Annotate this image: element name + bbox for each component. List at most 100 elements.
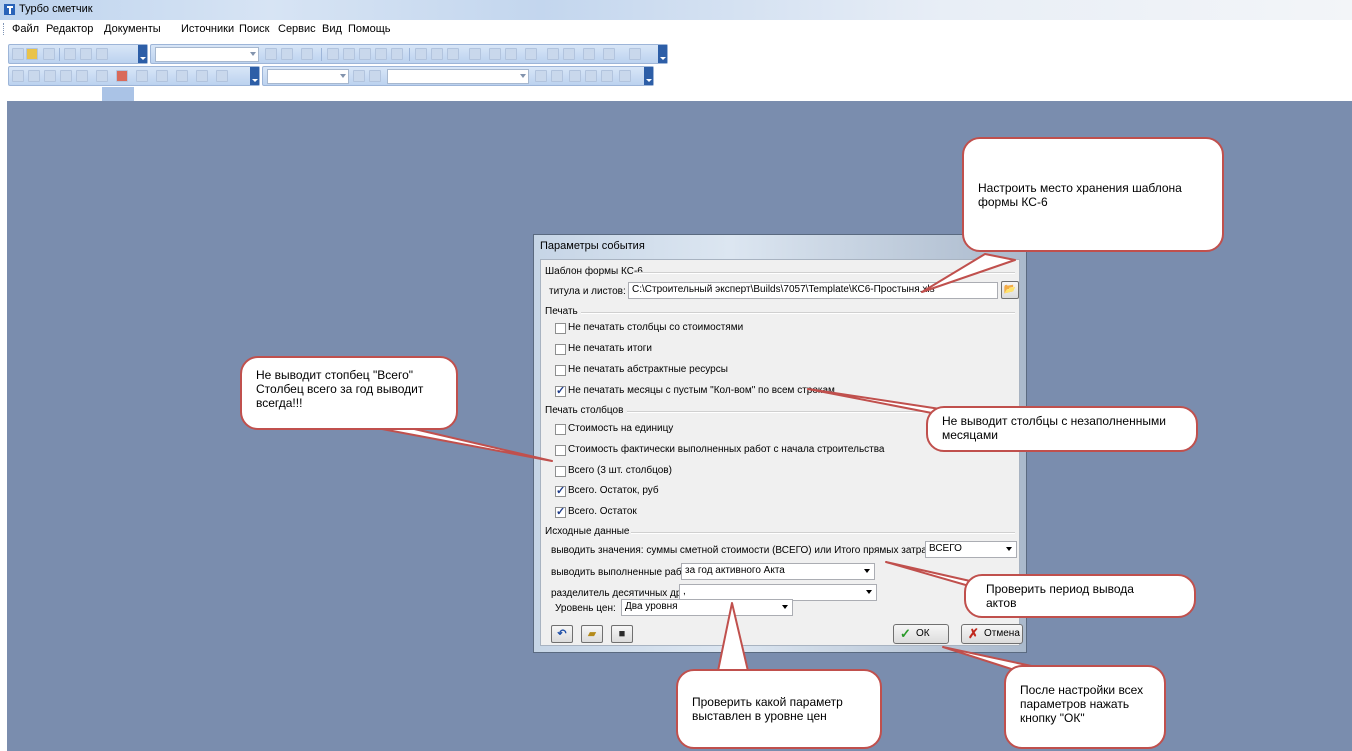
menu-bar: Файл Редактор Документы Источники Поиск … xyxy=(0,20,1352,38)
price-level-select[interactable]: Два уровня xyxy=(621,599,793,616)
undo-icon[interactable]: ↶ xyxy=(551,625,573,643)
font-combo[interactable] xyxy=(155,47,259,62)
clear-icon[interactable] xyxy=(116,70,128,82)
dialog-title: Параметры события xyxy=(540,240,645,252)
print-option-checkbox[interactable] xyxy=(555,323,566,334)
book-icon[interactable] xyxy=(64,48,76,60)
sum-icon[interactable] xyxy=(265,48,277,60)
template-group-label: Шаблон формы КС-6 xyxy=(545,266,643,277)
italic-icon[interactable] xyxy=(28,70,40,82)
callout-text: Проверить какой параметр xyxy=(692,695,843,709)
column-option-checkbox[interactable] xyxy=(555,424,566,435)
menu-grip xyxy=(3,23,6,35)
open-folder-icon[interactable]: ▰ xyxy=(581,625,603,643)
menu-help[interactable]: Помощь xyxy=(348,23,391,35)
search-combo[interactable] xyxy=(387,69,529,84)
scissors-icon[interactable] xyxy=(196,70,208,82)
callout-text: формы КС-6 xyxy=(978,195,1048,209)
link-icon[interactable] xyxy=(583,48,595,60)
toolbar-overflow-icon[interactable] xyxy=(658,45,667,63)
mark-icon[interactable] xyxy=(585,70,597,82)
menu-sources[interactable]: Источники xyxy=(181,23,234,35)
calc-icon[interactable] xyxy=(547,48,559,60)
next-icon[interactable] xyxy=(369,70,381,82)
chevron-down-icon xyxy=(520,74,526,78)
bold-icon[interactable] xyxy=(12,70,24,82)
replace-icon[interactable] xyxy=(569,70,581,82)
menu-view[interactable]: Вид xyxy=(322,23,342,35)
document-tab[interactable] xyxy=(102,87,134,101)
format-icon[interactable] xyxy=(391,48,403,60)
filter-icon[interactable] xyxy=(505,48,517,60)
column-option-label: Всего. Остаток xyxy=(568,506,637,517)
chevron-down-icon xyxy=(250,52,256,56)
cancel-button[interactable]: ✗ Отмена xyxy=(961,624,1023,644)
binoculars-next-icon[interactable] xyxy=(551,70,563,82)
save-disk-icon[interactable]: ■ xyxy=(611,625,633,643)
callout-ok-hint: После настройки всех параметров нажать к… xyxy=(1004,665,1166,749)
undo-icon[interactable] xyxy=(281,48,293,60)
column-option-checkbox[interactable] xyxy=(555,484,566,497)
columns-icon[interactable] xyxy=(176,70,188,82)
column-option-checkbox[interactable] xyxy=(555,466,566,477)
save-icon[interactable] xyxy=(43,48,55,60)
style-combo[interactable] xyxy=(267,69,349,84)
open-icon[interactable] xyxy=(26,48,38,60)
insert-icon[interactable] xyxy=(415,48,427,60)
copy-icon[interactable] xyxy=(343,48,355,60)
menu-service[interactable]: Сервис xyxy=(278,23,316,35)
text-icon[interactable] xyxy=(96,70,108,82)
list-icon[interactable] xyxy=(525,48,537,60)
ok-button[interactable]: ✓ ОК xyxy=(893,624,949,644)
menu-file[interactable]: Файл xyxy=(12,23,39,35)
column-option-checkbox[interactable] xyxy=(555,445,566,456)
grid-icon[interactable] xyxy=(60,70,72,82)
percent-icon[interactable] xyxy=(359,48,371,60)
callout-period: Проверить период вывода актов xyxy=(964,574,1196,618)
menu-edit[interactable]: Редактор xyxy=(46,23,93,35)
indent-icon[interactable] xyxy=(469,48,481,60)
menu-search[interactable]: Поиск xyxy=(239,23,269,35)
border-icon[interactable] xyxy=(136,70,148,82)
toolbar-separator xyxy=(59,48,60,61)
output-works-select[interactable]: за год активного Акта xyxy=(681,563,875,580)
print-option-checkbox[interactable] xyxy=(555,365,566,376)
align-icon[interactable] xyxy=(76,70,88,82)
toolbar-overflow-icon[interactable] xyxy=(138,45,147,63)
print-option-checkbox[interactable] xyxy=(555,344,566,355)
callout-text: кнопку "ОК" xyxy=(1020,711,1085,725)
toolbar-overflow-icon[interactable] xyxy=(644,67,653,85)
table-icon[interactable] xyxy=(603,48,615,60)
toolbar-overflow-icon[interactable] xyxy=(250,67,259,85)
preview-icon[interactable] xyxy=(80,48,92,60)
print-icon[interactable] xyxy=(96,48,108,60)
redo-icon[interactable] xyxy=(301,48,313,60)
binoculars-icon[interactable] xyxy=(535,70,547,82)
pin-icon[interactable] xyxy=(619,70,631,82)
tool-icon[interactable] xyxy=(563,48,575,60)
delete-icon[interactable] xyxy=(431,48,443,60)
options-icon[interactable] xyxy=(601,70,613,82)
print-option-label: Не печатать столбцы со стоимостями xyxy=(568,322,744,333)
percent-icon[interactable] xyxy=(629,48,641,60)
template-path-field[interactable]: C:\Строительный эксперт\Builds\7057\Temp… xyxy=(628,282,998,299)
output-values-value: ВСЕГО xyxy=(929,543,962,554)
wrap-icon[interactable] xyxy=(216,70,228,82)
cut-icon[interactable] xyxy=(327,48,339,60)
sort-icon[interactable] xyxy=(489,48,501,60)
decimal-separator-value: , xyxy=(683,586,686,597)
new-icon[interactable] xyxy=(12,48,24,60)
print-option-checkbox[interactable] xyxy=(555,384,566,397)
find-icon[interactable] xyxy=(353,70,365,82)
menu-documents[interactable]: Документы xyxy=(104,23,161,35)
browse-folder-icon[interactable]: 📂 xyxy=(1001,281,1019,299)
zoom-icon[interactable] xyxy=(44,70,56,82)
chevron-down-icon xyxy=(340,74,346,78)
print-option-label: Не печатать абстрактные ресурсы xyxy=(568,364,728,375)
chevron-down-icon xyxy=(1006,547,1012,551)
merge-icon[interactable] xyxy=(156,70,168,82)
output-values-select[interactable]: ВСЕГО xyxy=(925,541,1017,558)
move-icon[interactable] xyxy=(447,48,459,60)
paste-icon[interactable] xyxy=(375,48,387,60)
column-option-checkbox[interactable] xyxy=(555,505,566,518)
